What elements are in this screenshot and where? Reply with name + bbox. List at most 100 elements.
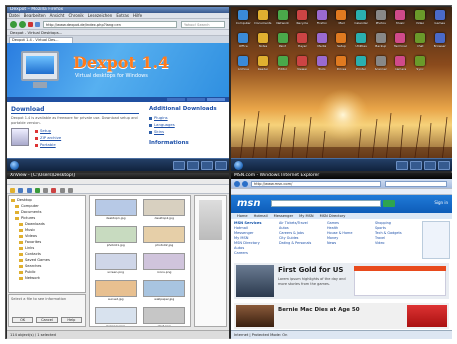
desktop-icon[interactable]: Photos (371, 10, 390, 32)
zoom-icon[interactable] (59, 187, 65, 193)
tree-item[interactable]: Network (11, 276, 83, 281)
tree-item[interactable]: Pictures (11, 216, 83, 221)
headline-2[interactable]: Bernie Mac Dies at Age 50 (278, 307, 360, 313)
tree-item[interactable]: Public (11, 270, 83, 275)
tray-icon[interactable] (187, 161, 199, 170)
tree-item[interactable]: Music (11, 228, 83, 233)
desktop-icon[interactable]: Media (313, 32, 332, 55)
desktop-icon[interactable]: Calendar (352, 10, 371, 32)
nav-my-msn[interactable]: My MSN (299, 213, 313, 219)
desktop-icon[interactable]: Viewer (293, 55, 312, 78)
forward-icon[interactable] (242, 181, 248, 187)
desktop-icon[interactable]: Tools (313, 55, 332, 78)
tray-icon[interactable] (201, 161, 213, 170)
url-bar[interactable]: http://www.msn.com/ (251, 181, 381, 187)
menu-tools[interactable]: Extras (116, 13, 129, 18)
desktop-icon[interactable]: Music (391, 10, 410, 32)
thumbnail[interactable]: browser.png (93, 307, 139, 326)
desktop-icon[interactable]: Computer (234, 10, 253, 32)
tray-icon[interactable] (215, 161, 227, 170)
url-bar[interactable]: http://www.dexpot.de/index.php?lang=en (43, 21, 177, 28)
tray-icon[interactable] (424, 161, 436, 170)
tree-item[interactable]: Downloads (11, 222, 83, 227)
desktop-icon[interactable]: Reader (254, 55, 273, 78)
desktop-icon[interactable]: Documents (254, 10, 273, 32)
menu-history[interactable]: Chronik (68, 13, 83, 18)
desktop-icon[interactable]: Archive (234, 55, 253, 78)
desktop-icon[interactable]: Games (430, 10, 449, 32)
help-button[interactable]: Help (60, 317, 82, 323)
start-button[interactable] (10, 161, 19, 170)
nav-item[interactable] (207, 98, 225, 101)
nav-home[interactable]: Home (237, 213, 248, 219)
msn-search-button[interactable] (383, 200, 395, 207)
thumbnail[interactable]: desktop1.jpg (93, 199, 139, 223)
desktop-icon[interactable]: Player (293, 32, 312, 55)
download-setup-link[interactable]: Setup (35, 128, 61, 133)
desktop-icon[interactable]: Video (411, 10, 430, 32)
desktop-icon[interactable]: Mail (332, 10, 351, 32)
desktop-icon[interactable]: Firefox (313, 10, 332, 32)
forward-icon[interactable] (26, 187, 32, 193)
tree-item[interactable]: Computer (11, 204, 83, 209)
headline-1[interactable]: First Gold for US (278, 266, 343, 274)
stop-icon[interactable] (28, 22, 33, 27)
msn-search-input[interactable] (271, 200, 381, 207)
sidebar-link[interactable]: Careers (234, 251, 276, 256)
msn-logo[interactable]: msn (237, 198, 261, 209)
category-link[interactable]: Video (375, 241, 419, 246)
cancel-button[interactable]: Cancel (36, 317, 58, 323)
desktop-icon[interactable]: Office (234, 32, 253, 55)
desktop-icon[interactable]: Network (273, 10, 292, 32)
category-link[interactable]: Dating & Personals (279, 241, 323, 246)
refresh-icon[interactable] (34, 187, 40, 193)
settings-icon[interactable] (67, 187, 73, 193)
tree-item[interactable]: Documents (11, 210, 83, 215)
back-icon[interactable] (234, 181, 240, 187)
thumbnail[interactable]: sunset.jpg (93, 280, 139, 304)
languages-link[interactable]: Languages (149, 122, 225, 127)
thumbnail[interactable]: icons.png (142, 253, 188, 277)
desktop-icon[interactable]: Browser (430, 32, 449, 55)
desktop-icon[interactable]: Camera (391, 55, 410, 78)
tree-item[interactable]: Searches (11, 264, 83, 269)
desktop-icon[interactable]: Paint (273, 32, 292, 55)
nav-item[interactable] (187, 98, 205, 101)
thumbnail[interactable]: photo01.jpg (93, 226, 139, 250)
tray-icon[interactable] (173, 161, 185, 170)
desktop-icon[interactable]: Setup (332, 32, 351, 55)
desktop-icon[interactable]: Editor (273, 55, 292, 78)
tree-item[interactable]: Favorites (11, 240, 83, 245)
delete-icon[interactable] (51, 187, 57, 193)
tree-item[interactable]: Videos (11, 234, 83, 239)
thumbnail[interactable]: screen.png (93, 253, 139, 277)
search-input[interactable] (385, 181, 447, 187)
download-portable-link[interactable]: Portable (35, 142, 61, 147)
tree-item[interactable]: Desktop (11, 198, 83, 203)
sign-in-link[interactable]: Sign in (434, 200, 448, 205)
forward-icon[interactable] (19, 21, 26, 28)
bookmark-item[interactable]: Dexpot - Virtual Desktops... (10, 30, 62, 35)
thumbnail[interactable]: wallpaper.jpg (142, 280, 188, 304)
menu-bookmarks[interactable]: Lesezeichen (88, 13, 113, 18)
desktop-icon[interactable]: Drives (332, 55, 351, 78)
tree-item[interactable]: Links (11, 246, 83, 251)
desktop-icon[interactable]: Chat (411, 32, 430, 55)
nav-directory[interactable]: MSN Directory (320, 213, 346, 219)
desktop-icon[interactable]: Utilities (352, 32, 371, 55)
nav-hotmail[interactable]: Hotmail (254, 213, 268, 219)
tray-icon[interactable] (396, 161, 408, 170)
menu-edit[interactable]: Bearbeiten (24, 13, 46, 18)
search-input[interactable]: Yahoo! Search (181, 21, 225, 28)
desktop-icon[interactable]: Backup (371, 32, 390, 55)
view-icon[interactable] (43, 187, 49, 193)
thumbnail[interactable]: photo02.jpg (142, 226, 188, 250)
desktop-icon[interactable]: Printer (352, 55, 371, 78)
desktop-icon[interactable]: Terminal (391, 32, 410, 55)
desktop-icon[interactable]: Notes (254, 32, 273, 55)
thumbnail[interactable]: shot.png (142, 307, 188, 326)
menu-view[interactable]: Ansicht (50, 13, 65, 18)
plugins-link[interactable]: Plugins (149, 115, 225, 120)
thumbnail[interactable]: desktop2.jpg (142, 199, 188, 223)
skins-link[interactable]: Skins (149, 129, 225, 134)
